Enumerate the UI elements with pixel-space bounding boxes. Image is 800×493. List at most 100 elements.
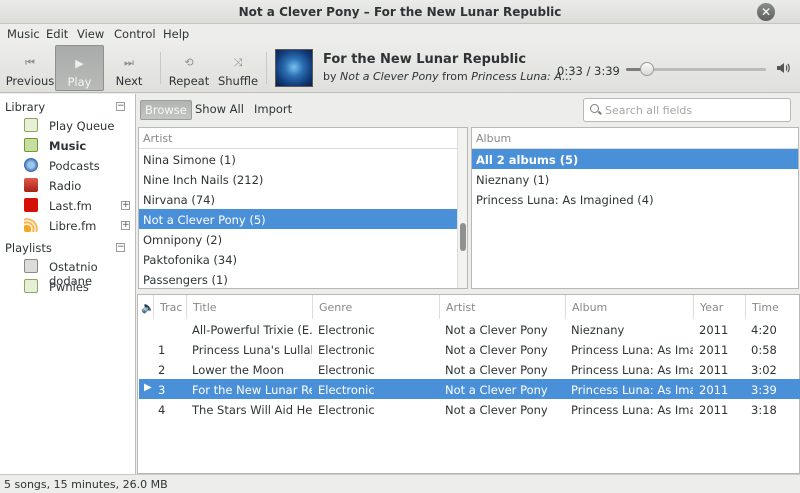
artist-row[interactable]: Passengers (1)	[139, 269, 457, 289]
sidebar-item-ostatnio-dodane[interactable]: Ostatnio dodane	[0, 257, 135, 288]
lastfm-icon	[24, 198, 38, 212]
sidebar-item-radio[interactable]: Radio	[0, 176, 135, 196]
menu-edit[interactable]: Edit	[46, 27, 68, 41]
track-artist: Not a Clever Pony	[445, 363, 548, 377]
sidebar-item-label: Libre.fm	[49, 219, 97, 233]
album-row[interactable]: Nieznany (1)	[472, 169, 798, 189]
radio-icon	[24, 178, 38, 192]
album-row[interactable]: Princess Luna: As Imagined (4)	[472, 189, 798, 209]
table-row[interactable]: All-Powerful Trixie (E... Electronic Not…	[139, 319, 800, 339]
playback-time: 0:33 / 3:39	[557, 64, 620, 78]
search-icon	[590, 104, 599, 113]
genre-column-header[interactable]: Genre	[313, 295, 440, 319]
year-column-header[interactable]: Year	[694, 295, 746, 319]
menu-control[interactable]: Control	[114, 27, 156, 41]
artist-row[interactable]: Paktofonika (34)	[139, 249, 457, 269]
track-column-header[interactable]: Trac	[154, 295, 187, 319]
time-column-header[interactable]: Time	[746, 295, 799, 319]
menu-help[interactable]: Help	[163, 27, 189, 41]
track-genre: Electronic	[318, 383, 375, 397]
tab-import[interactable]: Import	[250, 100, 296, 120]
artist-scroll-thumb[interactable]	[460, 223, 466, 251]
now-playing-title: For the New Lunar Republic	[323, 52, 527, 67]
next-button[interactable]: ⏭ Next	[105, 45, 153, 91]
track-list: 🔈 Trac Title Genre Artist Album Year Tim…	[137, 294, 800, 474]
sidebar-item-pwnies[interactable]: Pwnies	[0, 277, 135, 297]
playing-column-header[interactable]: 🔈	[138, 295, 155, 319]
table-row[interactable]: 1 Princess Luna's Lullaby Electronic Not…	[139, 339, 800, 359]
shuffle-label: Shuffle	[217, 74, 259, 88]
album-column-header[interactable]: Album	[566, 295, 694, 319]
album-pane: Album All 2 albums (5) Nieznany (1) Prin…	[471, 127, 799, 289]
repeat-label: Repeat	[168, 74, 210, 88]
speaker-icon: 🔈	[141, 301, 155, 314]
track-title: All-Powerful Trixie (E...	[192, 323, 312, 337]
volume-icon[interactable]	[775, 60, 791, 76]
album-column-header[interactable]: Album	[472, 128, 798, 149]
play-label: Play	[67, 75, 92, 89]
sidebar-item-librefm[interactable]: Libre.fm +	[0, 216, 135, 236]
shuffle-icon: ⤨	[233, 56, 243, 69]
shuffle-button[interactable]: ⤨ Shuffle	[216, 45, 260, 91]
previous-button[interactable]: ⏮ Previous	[5, 45, 55, 91]
artist-row[interactable]: Nirvana (74)	[139, 189, 457, 209]
track-title: Princess Luna's Lullaby	[192, 343, 312, 357]
menu-view[interactable]: View	[77, 27, 104, 41]
playlists-heading: Playlists	[5, 241, 52, 255]
sidebar: Library − Play Queue Music Podcasts Radi…	[0, 94, 136, 474]
artist-pane: Artist Nina Simone (1) Nine Inch Nails (…	[138, 127, 468, 289]
track-number: 3	[158, 383, 166, 397]
library-collapse-icon[interactable]: −	[116, 102, 125, 111]
track-album: Princess Luna: As Imag...	[571, 403, 693, 417]
menu-music[interactable]: Music	[7, 27, 40, 41]
track-time: 4:20	[751, 323, 777, 337]
track-album: Princess Luna: As Imag...	[571, 343, 693, 357]
artist-row[interactable]: Nine Inch Nails (212)	[139, 169, 457, 189]
table-row[interactable]: ▶ 3 For the New Lunar Re... Electronic N…	[139, 379, 800, 399]
track-year: 2011	[699, 363, 729, 377]
expand-icon[interactable]: +	[121, 221, 130, 230]
expand-icon[interactable]: +	[121, 201, 130, 210]
artist-column-header[interactable]: Artist	[440, 295, 566, 319]
table-row[interactable]: 2 Lower the Moon Electronic Not a Clever…	[139, 359, 800, 379]
track-number: 1	[158, 343, 166, 357]
track-time: 3:02	[751, 363, 777, 377]
search-placeholder: Search all fields	[605, 104, 693, 117]
sidebar-item-label: Podcasts	[49, 159, 100, 173]
playlists-collapse-icon[interactable]: −	[116, 243, 125, 252]
album-cover[interactable]	[275, 49, 313, 87]
sidebar-item-music[interactable]: Music	[0, 136, 135, 156]
tab-browse[interactable]: Browse	[140, 100, 192, 120]
track-artist: Not a Clever Pony	[445, 343, 548, 357]
toolbar-separator	[160, 52, 161, 84]
sidebar-item-lastfm[interactable]: Last.fm +	[0, 196, 135, 216]
album-row[interactable]: All 2 albums (5)	[472, 149, 798, 169]
sidebar-item-play-queue[interactable]: Play Queue	[0, 116, 135, 136]
search-input[interactable]: Search all fields	[583, 98, 791, 122]
podcast-icon	[24, 158, 38, 172]
artist-row[interactable]: Omnipony (2)	[139, 229, 457, 249]
artist-scrollbar[interactable]	[457, 128, 467, 288]
now-playing-subtitle: by Not a Clever Pony from Princess Luna:…	[323, 70, 572, 83]
track-title: The Stars Will Aid Her...	[192, 403, 312, 417]
track-genre: Electronic	[318, 403, 375, 417]
sidebar-item-label: Play Queue	[49, 119, 115, 133]
tab-show-all[interactable]: Show All	[191, 100, 248, 120]
auto-playlist-icon	[24, 259, 38, 273]
toolbar-separator	[266, 52, 267, 84]
table-row[interactable]: 4 The Stars Will Aid Her... Electronic N…	[139, 399, 800, 419]
status-bar: 5 songs, 15 minutes, 26.0 MB	[0, 474, 800, 493]
librefm-icon	[24, 218, 38, 232]
track-year: 2011	[699, 383, 729, 397]
seek-slider[interactable]	[626, 62, 766, 76]
artist-row[interactable]: Not a Clever Pony (5)	[139, 209, 457, 229]
artist-column-header[interactable]: Artist	[139, 128, 467, 149]
title-column-header[interactable]: Title	[187, 295, 313, 319]
repeat-button[interactable]: ⟲ Repeat	[166, 45, 212, 91]
title-bar: Not a Clever Pony – For the New Lunar Re…	[0, 0, 800, 24]
sidebar-item-podcasts[interactable]: Podcasts	[0, 156, 135, 176]
close-icon[interactable]: ✕	[757, 3, 775, 21]
menu-bar: Music Edit View Control Help	[0, 24, 800, 44]
artist-row[interactable]: Nina Simone (1)	[139, 149, 457, 169]
play-button[interactable]: ▶ Play	[55, 45, 104, 91]
